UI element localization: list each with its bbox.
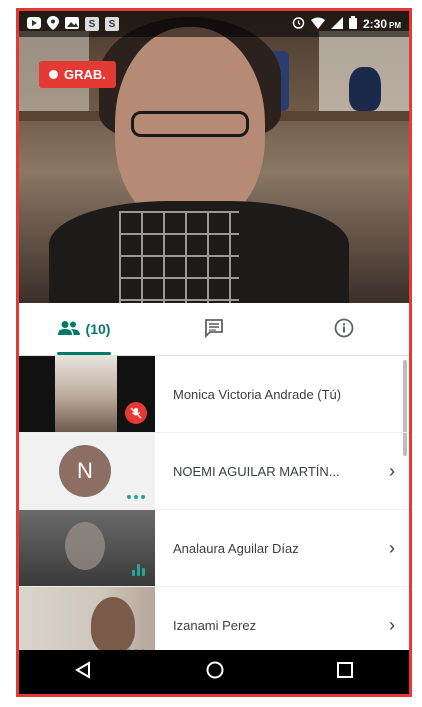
wifi-icon <box>310 17 325 32</box>
battery-icon <box>348 16 357 32</box>
more-dots-icon <box>127 495 145 499</box>
chevron-right-icon[interactable]: › <box>375 538 409 559</box>
participant-video-preview <box>65 522 105 570</box>
gallery-icon <box>65 16 79 32</box>
participant-row[interactable]: Analaura Aguilar Díaz › <box>19 510 409 587</box>
tab-chat[interactable] <box>149 303 279 355</box>
participant-name: Monica Victoria Andrade (Tú) <box>173 386 342 402</box>
tab-info[interactable] <box>279 303 409 355</box>
participant-name: Izanami Perez <box>173 617 257 633</box>
participant-row[interactable]: N NOEMI AGUILAR MARTÍN... › <box>19 433 409 510</box>
participant-list[interactable]: Monica Victoria Andrade (Tú) N NOEMI AGU… <box>19 356 409 658</box>
status-bar-left: S S <box>27 15 119 33</box>
chevron-right-icon[interactable]: › <box>375 615 409 636</box>
tab-people[interactable]: (10) <box>19 303 149 355</box>
participant-row[interactable]: Monica Victoria Andrade (Tú) <box>19 356 409 433</box>
background-vase <box>349 67 381 111</box>
participant-thumbnail <box>19 510 155 586</box>
participant-video-preview <box>91 597 135 653</box>
record-dot-icon <box>49 70 58 79</box>
youtube-icon <box>27 16 41 32</box>
people-count: (10) <box>85 321 111 337</box>
status-time: 2:30 PM <box>362 17 401 31</box>
meeting-tabs: (10) <box>19 303 409 356</box>
participant-thumbnail <box>19 587 155 658</box>
speaker-shirt-pattern <box>119 211 239 303</box>
s-app-icon: S <box>105 17 119 31</box>
mic-muted-icon <box>125 402 147 424</box>
chat-icon <box>204 318 224 341</box>
participant-thumbnail: N <box>19 433 155 509</box>
status-bar: S S 2:30 PM <box>19 11 409 37</box>
app-frame: S S 2:30 PM GRAB. (10) Monica Victoria A… <box>16 8 412 697</box>
status-bar-right: 2:30 PM <box>292 16 401 32</box>
recording-badge: GRAB. <box>39 61 116 88</box>
participant-row[interactable]: Izanami Perez › <box>19 587 409 658</box>
participant-name: NOEMI AGUILAR MARTÍN... <box>173 463 340 479</box>
back-icon[interactable] <box>74 660 94 685</box>
avatar: N <box>59 445 111 497</box>
home-icon[interactable] <box>205 660 225 685</box>
people-icon <box>57 320 80 339</box>
speaking-indicator-icon <box>132 564 145 576</box>
signal-icon <box>330 16 343 32</box>
recording-label: GRAB. <box>64 67 106 82</box>
self-video-preview <box>55 356 117 432</box>
chevron-right-icon[interactable]: › <box>375 461 409 482</box>
recents-icon[interactable] <box>336 661 354 684</box>
android-nav-bar <box>19 650 409 694</box>
alarm-icon <box>292 16 305 32</box>
speaker-glasses <box>131 111 249 137</box>
s-app-icon: S <box>85 17 99 31</box>
location-icon <box>47 15 59 33</box>
main-video-feed[interactable]: S S 2:30 PM GRAB. <box>19 11 409 303</box>
info-icon <box>334 318 354 341</box>
participant-name: Analaura Aguilar Díaz <box>173 540 299 556</box>
participant-thumbnail <box>19 356 155 432</box>
